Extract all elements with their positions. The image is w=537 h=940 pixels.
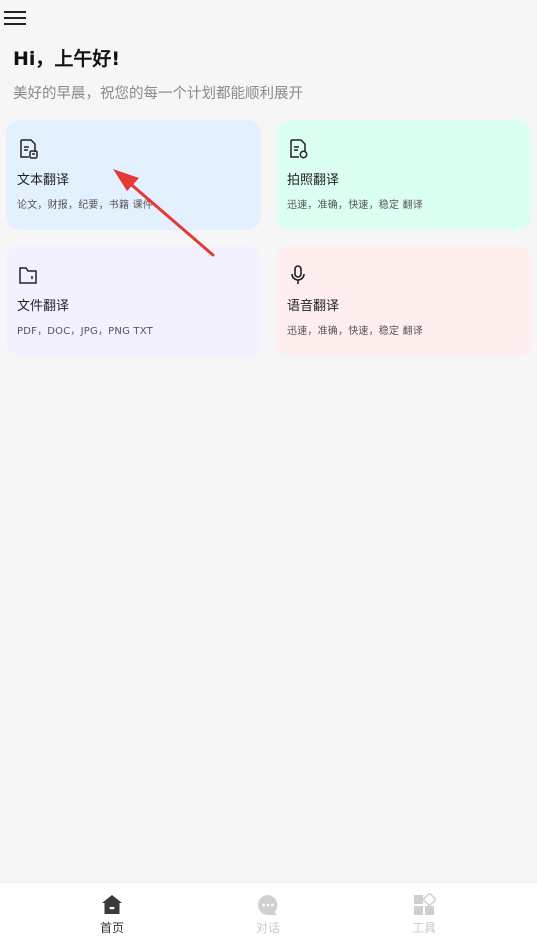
- tab-home[interactable]: 首页: [82, 893, 142, 936]
- card-title: 文本翻译: [17, 173, 70, 188]
- greeting-title: Hi，上午好!: [13, 48, 121, 70]
- chat-icon: [258, 895, 278, 915]
- photo-document-icon: [290, 139, 308, 159]
- home-icon: [102, 895, 122, 914]
- tab-label: 对话: [255, 921, 280, 935]
- card-title: 拍照翻译: [287, 173, 340, 188]
- folder-icon: [19, 267, 37, 284]
- tab-label: 首页: [99, 921, 124, 935]
- bottom-tab-bar: 首页 对话 工具: [0, 882, 537, 940]
- text-translate-card[interactable]: 文本翻译 论文，财报，纪要，书籍 课件: [6, 120, 261, 230]
- microphone-icon: [291, 265, 305, 284]
- card-description: 论文，财报，纪要，书籍 课件: [17, 200, 153, 211]
- tab-label: 工具: [411, 921, 436, 935]
- hamburger-menu-icon: [4, 11, 26, 13]
- hamburger-line: [4, 23, 26, 25]
- file-translate-card[interactable]: 文件翻译 PDF，DOC，JPG，PNG TXT: [6, 246, 261, 356]
- hamburger-line: [4, 17, 26, 19]
- menu-button[interactable]: [4, 8, 26, 28]
- tab-tools[interactable]: 工具: [394, 893, 454, 936]
- greeting-subtitle: 美好的早晨，祝您的每一个计划都能顺利展开: [13, 86, 303, 102]
- photo-translate-card[interactable]: 拍照翻译 迅速，准确，快速，稳定 翻译: [276, 120, 531, 230]
- card-description: PDF，DOC，JPG，PNG TXT: [17, 326, 153, 337]
- card-description: 迅速，准确，快速，稳定 翻译: [287, 326, 423, 337]
- tools-grid-icon: [414, 893, 436, 915]
- document-icon: [20, 139, 38, 159]
- tab-chat[interactable]: 对话: [238, 893, 298, 936]
- card-title: 文件翻译: [17, 299, 70, 314]
- card-title: 语音翻译: [287, 299, 340, 314]
- voice-translate-card[interactable]: 语音翻译 迅速，准确，快速，稳定 翻译: [276, 246, 531, 356]
- card-description: 迅速，准确，快速，稳定 翻译: [287, 200, 423, 211]
